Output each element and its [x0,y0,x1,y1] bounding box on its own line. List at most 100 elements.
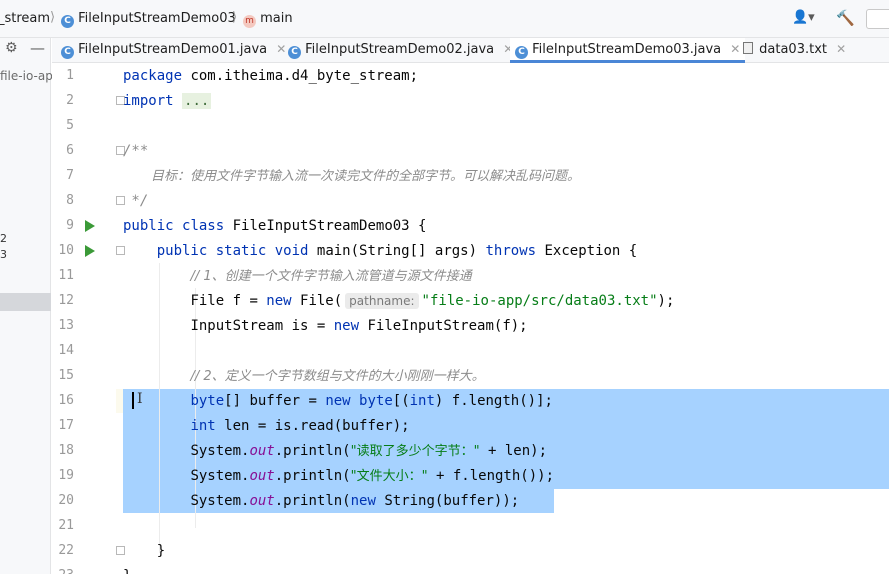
breadcrumb-separator: ⟩ [232,10,238,25]
code-line[interactable]: */ [123,189,148,213]
folded-imports[interactable]: ... [182,93,212,109]
close-icon[interactable]: ✕ [836,42,846,56]
breadcrumb-separator: ⟩ [50,10,56,25]
breadcrumb-method[interactable]: m main [243,11,293,28]
tab-filinputstreamdemo01[interactable]: C FileInputStreamDemo01.java ✕ [61,38,286,63]
keyword: class [182,218,225,234]
line-number: 9 [66,218,74,233]
keyword: public [123,218,174,234]
tab-data03-txt[interactable]: data03.txt ✕ [743,38,846,63]
parameter-hint: pathname: [345,293,419,309]
line-number: 5 [66,118,74,133]
javadoc-text: 目标：使用文件字节输入流一次读完文件的全部字节。可以解决乱码问题。 [151,169,581,184]
tab-filinputstreamdemo03[interactable]: C FileInputStreamDemo03.java ✕ [510,38,746,63]
project-panel-header: ⚙ — [0,38,51,62]
code-line[interactable]: // 1、创建一个文件字节输入流管道与源文件接通 [123,264,471,288]
code-line[interactable]: } [123,564,131,574]
code-text: System. [190,443,250,459]
code-line[interactable]: // 2、定义一个字节数组与文件的大小刚刚一样大。 [123,364,484,388]
static-field: out [249,468,275,484]
class-icon: C [61,15,74,28]
code-line[interactable]: System.out.println("文件大小：" + f.length())… [123,464,554,488]
class-icon: C [61,46,74,59]
method-icon: m [243,15,256,28]
code-text: [] buffer = [224,393,326,409]
code-text: .println( [274,468,351,484]
project-tree-item[interactable]: file-io-ap [0,69,53,83]
code-line[interactable]: System.out.println(new String(buffer)); [123,489,519,513]
keyword: import [123,93,174,109]
text-file-icon [743,42,753,54]
static-field: out [249,493,275,509]
line-number: 23 [52,568,74,574]
line-number: 17 [58,418,74,433]
code-line[interactable]: /** [123,139,148,163]
code-editor[interactable]: 1 2 5 6 7 8 9 10 11 12 13 14 15 16 17 18… [52,63,889,574]
close-icon[interactable]: ✕ [730,42,740,56]
project-tree-selected-row[interactable] [0,293,51,311]
breadcrumb-method-label: main [260,11,293,26]
line-number: 20 [58,493,74,508]
static-field: out [249,443,275,459]
keyword: static [215,243,267,259]
editor-tab-bar: C FileInputStreamDemo01.java ✕ C FileInp… [52,38,889,63]
keyword: byte [359,393,393,409]
project-tree-fragment: 3 [0,248,7,261]
string-literal: "file-io-app/src/data03.txt" [421,293,658,309]
close-icon[interactable]: ✕ [276,42,286,56]
tab-label: FileInputStreamDemo02.java [305,42,495,57]
user-icon[interactable]: 👤▾ [792,10,815,25]
line-number: 1 [66,68,74,83]
keyword: public [156,243,208,259]
tab-filinputstreamdemo02[interactable]: C FileInputStreamDemo02.java ✕ [288,38,513,63]
keyword: new [266,293,292,309]
run-main-icon[interactable] [85,245,95,257]
code-line[interactable]: package com.itheima.d4_byte_stream; [123,64,418,88]
code-text: + len); [479,443,548,459]
build-hammer-icon[interactable]: 🔨 [836,9,855,27]
editor-gutter: 1 2 5 6 7 8 9 10 11 12 13 14 15 16 17 18… [52,63,116,574]
class-icon: C [515,46,528,59]
gear-icon[interactable]: ⚙ [5,40,18,56]
code-line[interactable]: byte[] buffer = new byte[(int) f.length(… [123,389,553,413]
run-class-icon[interactable] [85,220,95,232]
code-text: FileInputStream(f); [359,318,528,334]
string-literal: "文件大小：" [350,469,428,484]
code-line[interactable]: } [123,539,165,563]
line-number: 16 [58,393,74,408]
line-number: 11 [58,268,74,283]
code-line[interactable]: public class FileInputStreamDemo03 { [123,214,426,238]
breadcrumb-class[interactable]: C FileInputStreamDemo03 [61,11,236,28]
line-number: 21 [58,518,74,533]
code-line[interactable]: public static void main(String[] args) t… [123,239,638,263]
code-line[interactable]: InputStream is = new FileInputStream(f); [123,314,528,338]
code-text: main(String[] args) [308,243,486,259]
keyword: new [333,318,360,334]
line-number: 22 [58,543,74,558]
code-text: + f.length()); [427,468,555,484]
code-line[interactable]: 目标：使用文件字节输入流一次读完文件的全部字节。可以解决乱码问题。 [151,164,580,188]
keyword: byte [190,393,225,409]
string-literal: "读取了多少个字节：" [350,444,480,459]
code-text: .println( [274,493,351,509]
keyword: throws [485,243,537,259]
line-number: 18 [58,443,74,458]
line-number: 6 [66,143,74,158]
code-text: File( [291,293,343,309]
project-panel: ⚙ — file-io-ap 2 3 [0,38,53,574]
code-line[interactable]: System.out.println("读取了多少个字节：" + len); [123,439,547,463]
breadcrumb-package[interactable]: _stream [0,11,50,26]
code-line[interactable]: int len = is.read(buffer); [123,414,409,438]
line-number: 10 [58,243,74,258]
tab-label: data03.txt [759,42,827,57]
code-text: [( [392,393,410,409]
code-text: FileInputStreamDemo03 { [224,218,427,234]
line-number: 12 [58,293,74,308]
run-configuration-selector[interactable] [866,9,889,29]
code-line[interactable]: import ... [123,89,212,113]
code-text: .println( [274,443,351,459]
code-line[interactable]: File f = new File(pathname: "file-io-app/… [123,289,674,313]
collapse-icon[interactable]: — [30,39,45,57]
line-number: 7 [66,168,74,183]
navigation-bar: _stream ⟩ C FileInputStreamDemo03 ⟩ m ma… [0,0,889,38]
